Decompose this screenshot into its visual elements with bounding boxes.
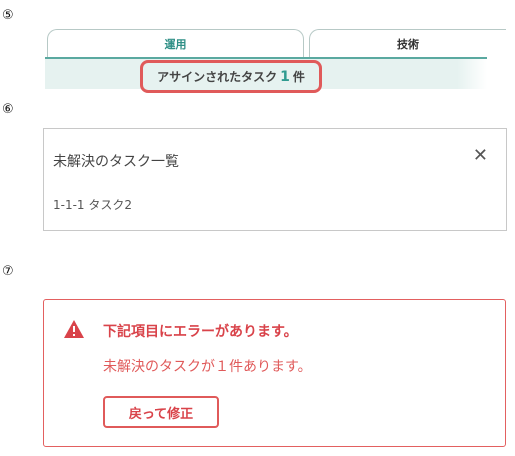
error-heading: 下記項目にエラーがあります。 [103,324,298,340]
step-marker-5: ⑤ [2,8,14,23]
assigned-tasks-count: 1 [280,68,290,85]
panel-fade [457,59,487,89]
dialog-title: 未解決のタスク一覧 [53,154,179,170]
close-icon[interactable]: ✕ [473,147,488,165]
task-list-item[interactable]: 1-1-1 タスク2 [53,196,132,213]
assigned-tasks-label: アサインされたタスク [157,70,278,84]
assigned-tasks-highlight[interactable]: アサインされたタスク 1 件 [140,60,322,93]
assigned-tasks-unit: 件 [292,70,305,84]
tab-technical[interactable]: 技術 [309,29,506,58]
error-alert: 下記項目にエラーがあります。 未解決のタスクが１件あります。 戻って修正 [43,299,506,447]
step-marker-7: ⑦ [2,264,14,279]
warning-icon [64,320,84,338]
unresolved-tasks-dialog: 未解決のタスク一覧 ✕ 1-1-1 タスク2 [43,128,507,231]
tab-operations[interactable]: 運用 [47,29,304,58]
back-and-fix-button[interactable]: 戻って修正 [103,396,219,428]
error-message: 未解決のタスクが１件あります。 [103,359,312,375]
step-marker-6: ⑥ [2,102,14,117]
